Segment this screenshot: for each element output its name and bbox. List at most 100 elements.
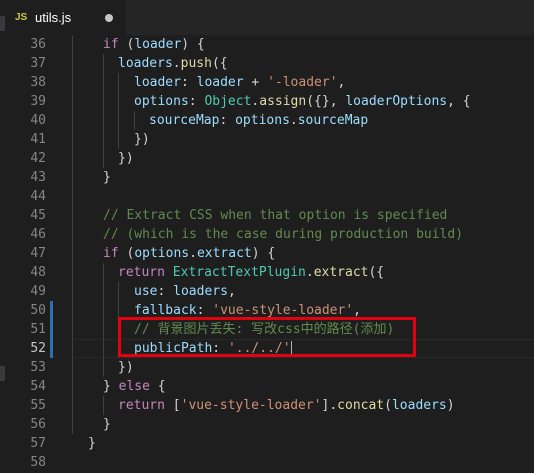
line-content: }) [118, 149, 134, 168]
code-line[interactable]: 41 }) [0, 130, 534, 149]
unsaved-changes-dot-icon[interactable] [105, 14, 113, 22]
line-number: 46 [30, 227, 46, 242]
code-line[interactable]: 50 fallback: 'vue-style-loader', [0, 301, 534, 320]
punct-token: ) { [181, 37, 205, 52]
code-line-active[interactable]: 52 publicPath: '../../' [0, 339, 534, 358]
code-line[interactable]: 38 loader: loader + '-loader', [0, 73, 534, 92]
line-number: 39 [30, 94, 46, 109]
function-token: concat [337, 398, 385, 413]
indent-guide [72, 263, 73, 282]
indent-guide [103, 54, 104, 73]
indent-guide [103, 339, 104, 358]
property-token: extract [196, 246, 252, 261]
code-line[interactable]: 57 } [0, 434, 534, 453]
indent-guide [103, 301, 104, 320]
line-content: options: Object.assign({}, loaderOptions… [134, 92, 471, 111]
line-number: 48 [30, 265, 46, 280]
variable-token: options [235, 113, 290, 128]
indent-guide [72, 73, 73, 92]
string-token: 'vue-style-loader' [180, 398, 322, 413]
indent-guide [72, 130, 73, 149]
line-content: return ExtractTextPlugin.extract({ [118, 263, 384, 282]
indent-guide [72, 301, 73, 320]
code-area[interactable]: 36 if (loader) { 37 loaders.push({ 38 lo… [0, 35, 534, 472]
indent-guide [72, 225, 73, 244]
punct-token: ( [118, 246, 135, 261]
keyword-token: return [118, 398, 165, 413]
line-content: // 背景图片丢失: 写改css中的路径(添加) [134, 320, 394, 339]
text-cursor [290, 341, 292, 356]
code-line[interactable]: 44 [0, 187, 534, 206]
line-number: 40 [30, 113, 46, 128]
line-content: } [103, 415, 111, 434]
punct-token: ({ [211, 56, 228, 71]
class-token: ExtractTextPlugin [172, 265, 306, 280]
punct-token: , { [447, 94, 471, 109]
punct-token: ({ [368, 265, 385, 280]
keyword-token: return [118, 265, 165, 280]
punct-token: }) [134, 132, 150, 147]
code-line[interactable]: 37 loaders.push({ [0, 54, 534, 73]
code-line[interactable]: 53 }) [0, 358, 534, 377]
function-token: extract [313, 265, 369, 280]
code-line[interactable]: 43 } [0, 168, 534, 187]
variable-token: loaders [173, 284, 228, 299]
code-line[interactable]: 54 } else { [0, 377, 534, 396]
line-number: 55 [30, 398, 46, 413]
code-line[interactable]: 42 }) [0, 149, 534, 168]
code-line[interactable]: 48 return ExtractTextPlugin.extract({ [0, 263, 534, 282]
punct-token: [ [172, 398, 181, 413]
indent-guide [72, 111, 73, 130]
indent-guide [118, 320, 119, 339]
code-line[interactable]: 46 // (which is the case during producti… [0, 225, 534, 244]
indent-guide [72, 415, 73, 434]
keyword-token: if [103, 37, 119, 52]
punct-token: : [157, 284, 174, 299]
code-line[interactable]: 47 if (options.extract) { [0, 244, 534, 263]
scroll-marker [0, 16, 5, 31]
line-number: 43 [30, 170, 46, 185]
punct-token: } [88, 436, 96, 451]
line-number: 54 [30, 379, 46, 394]
code-line[interactable]: 55 return ['vue-style-loader'].concat(lo… [0, 396, 534, 415]
indent-guide [72, 396, 73, 415]
line-content: }) [118, 358, 134, 377]
line-content: loaders.push({ [118, 54, 228, 73]
punct-token [165, 265, 173, 280]
property-key-token: publicPath [134, 341, 213, 356]
code-line[interactable]: 36 if (loader) { [0, 35, 534, 54]
code-line[interactable]: 45 // Extract CSS when that option is sp… [0, 206, 534, 225]
code-line[interactable]: 39 options: Object.assign({}, loaderOpti… [0, 92, 534, 111]
tab-utils-js[interactable]: JS utils.js [0, 0, 126, 35]
line-content: } [103, 168, 111, 187]
indent-guide [118, 130, 119, 149]
indent-guide [118, 111, 119, 130]
code-line[interactable]: 40 sourceMap: options.sourceMap [0, 111, 534, 130]
line-number: 58 [30, 455, 46, 470]
code-line[interactable]: 51 // 背景图片丢失: 写改css中的路径(添加) [0, 320, 534, 339]
variable-token: loader [134, 37, 182, 52]
line-number: 49 [30, 284, 46, 299]
indent-guide [103, 73, 104, 92]
variable-token: loader [196, 75, 244, 90]
comment-token: // 背景图片丢失: 写改css中的路径(添加) [134, 322, 395, 337]
punct-token: ]. [321, 398, 338, 413]
variable-token: options [134, 246, 190, 261]
line-content: if (options.extract) { [103, 244, 275, 263]
javascript-file-icon: JS [15, 12, 28, 23]
line-number: 47 [30, 246, 46, 261]
comment-token: // (which is the case during production … [103, 227, 464, 242]
line-number: 44 [30, 189, 46, 204]
code-editor[interactable]: JS utils.js 36 if (loader) { 37 loaders.… [0, 0, 534, 473]
indent-guide [118, 301, 119, 320]
string-token: '-loader' [267, 75, 338, 90]
code-line[interactable]: 58 [0, 453, 534, 472]
indent-guide [103, 263, 104, 282]
property-key-token: loader [134, 75, 181, 90]
punct-token: . [289, 113, 298, 128]
code-line[interactable]: 56 } [0, 415, 534, 434]
property-key-token: sourceMap [149, 113, 220, 128]
indent-guide [72, 92, 73, 111]
property-key-token: fallback [134, 303, 197, 318]
code-line[interactable]: 49 use: loaders, [0, 282, 534, 301]
